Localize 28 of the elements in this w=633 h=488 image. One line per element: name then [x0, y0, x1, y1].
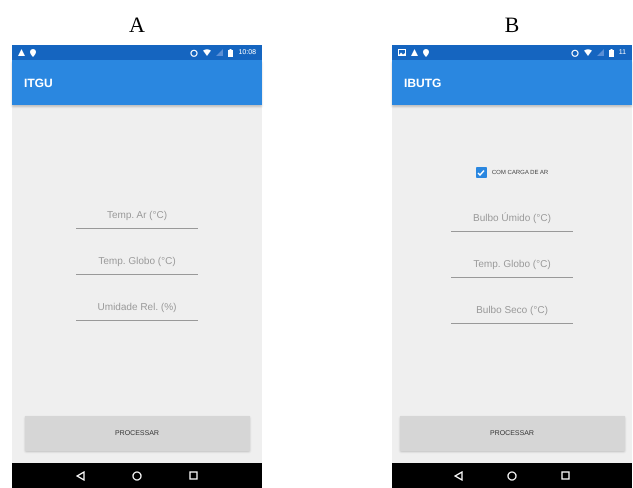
wifi-icon	[203, 49, 212, 56]
wifi-icon	[584, 49, 592, 56]
input-field[interactable]: Umidade Rel. (%)	[76, 297, 198, 321]
signal-icon	[596, 49, 604, 56]
home-icon[interactable]	[132, 470, 142, 480]
recents-icon[interactable]	[561, 471, 570, 480]
back-icon[interactable]	[76, 470, 85, 480]
panel-label: A	[129, 11, 145, 39]
app-title: IBUTG	[404, 76, 442, 90]
recents-icon[interactable]	[189, 471, 198, 480]
battery-icon	[608, 48, 614, 56]
input-field[interactable]: Bulbo Seco (°C)	[451, 300, 573, 324]
back-icon[interactable]	[454, 470, 463, 480]
warning-icon	[18, 49, 25, 56]
home-icon[interactable]	[507, 470, 517, 480]
input-field[interactable]: Temp. Globo (°C)	[451, 254, 573, 278]
location-pin-icon	[423, 48, 429, 56]
input-field[interactable]: Temp. Ar (°C)	[76, 205, 198, 229]
signal-icon	[216, 49, 224, 56]
warning-icon	[411, 49, 418, 56]
location-pin-icon	[30, 48, 36, 56]
battery-icon	[228, 48, 234, 56]
app-title: ITGU	[24, 76, 53, 90]
panel-label: B	[504, 11, 520, 39]
input-field[interactable]: Bulbo Úmido (°C)	[451, 208, 573, 232]
input-field[interactable]: Temp. Globo (°C)	[76, 251, 198, 275]
image-icon	[398, 49, 406, 56]
checkbox[interactable]	[476, 167, 487, 178]
